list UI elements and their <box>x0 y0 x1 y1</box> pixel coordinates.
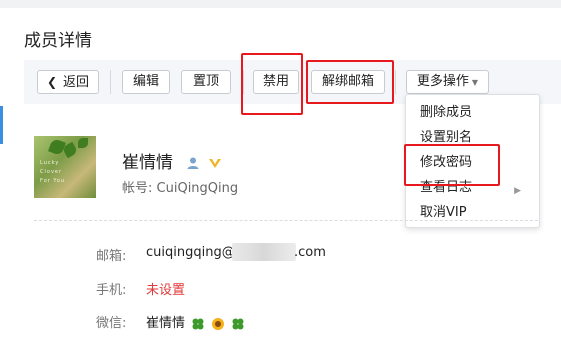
more-actions-dropdown: 删除成员 设置别名 修改密码 查看日志 ▶ 取消VIP <box>405 94 540 228</box>
pin-button[interactable]: 置顶 <box>181 70 231 94</box>
menu-item-change-password[interactable]: 修改密码 <box>420 151 472 170</box>
phone-value: 未设置 <box>146 283 186 298</box>
wechat-value-row: 崔情情 <box>146 312 245 331</box>
member-name-row: 崔情情 <box>122 148 222 173</box>
email-value-prefix: cuiqingqing@ <box>146 245 235 260</box>
more-actions-label: 更多操作 <box>416 74 469 89</box>
section-divider <box>34 220 538 221</box>
back-button[interactable]: ❮ 返回 <box>37 70 99 94</box>
edit-button[interactable]: 编辑 <box>122 70 170 94</box>
user-icon <box>187 157 199 169</box>
chevron-right-icon: ▶ <box>514 186 521 196</box>
back-button-label: 返回 <box>63 75 90 90</box>
email-value-suffix: .com <box>294 245 326 260</box>
account-row: 帐号: CuiQingQing <box>122 177 238 196</box>
page-title: 成员详情 <box>24 31 92 51</box>
vip-icon <box>208 159 221 168</box>
menu-item-view-logs[interactable]: 查看日志 <box>420 176 472 195</box>
account-label: 帐号: <box>122 181 153 196</box>
email-domain-redacted <box>232 243 296 261</box>
menu-item-set-alias[interactable]: 设置别名 <box>420 126 472 145</box>
email-label: 邮箱: <box>96 249 127 264</box>
disable-button[interactable]: 禁用 <box>253 70 299 94</box>
left-accent-bar <box>0 106 3 144</box>
menu-item-delete-member[interactable]: 删除成员 <box>420 101 472 120</box>
phone-label: 手机: <box>96 283 127 298</box>
avatar-text-line: Lucky <box>40 160 60 166</box>
clover-icon <box>192 318 204 329</box>
top-strip <box>0 0 561 8</box>
unbind-email-button[interactable]: 解绑邮箱 <box>311 70 385 94</box>
toolbar-separator <box>395 70 396 94</box>
avatar-text-line: Clover <box>40 169 63 175</box>
sunflower-icon <box>212 317 225 330</box>
toolbar-separator <box>243 70 244 94</box>
chevron-left-icon: ❮ <box>46 75 58 89</box>
clover-icon <box>232 318 244 329</box>
account-value: CuiQingQing <box>156 181 239 196</box>
caret-down-icon: ▼ <box>471 78 479 87</box>
member-name: 崔情情 <box>122 153 173 173</box>
toolbar-separator <box>110 70 111 94</box>
wechat-label: 微信: <box>96 316 127 331</box>
menu-item-cancel-vip[interactable]: 取消VIP <box>420 201 467 220</box>
more-actions-button[interactable]: 更多操作 ▼ <box>406 70 489 94</box>
avatar: Lucky Clover For You <box>34 136 96 198</box>
wechat-value: 崔情情 <box>146 316 186 331</box>
avatar-text-line: For You <box>40 178 66 184</box>
